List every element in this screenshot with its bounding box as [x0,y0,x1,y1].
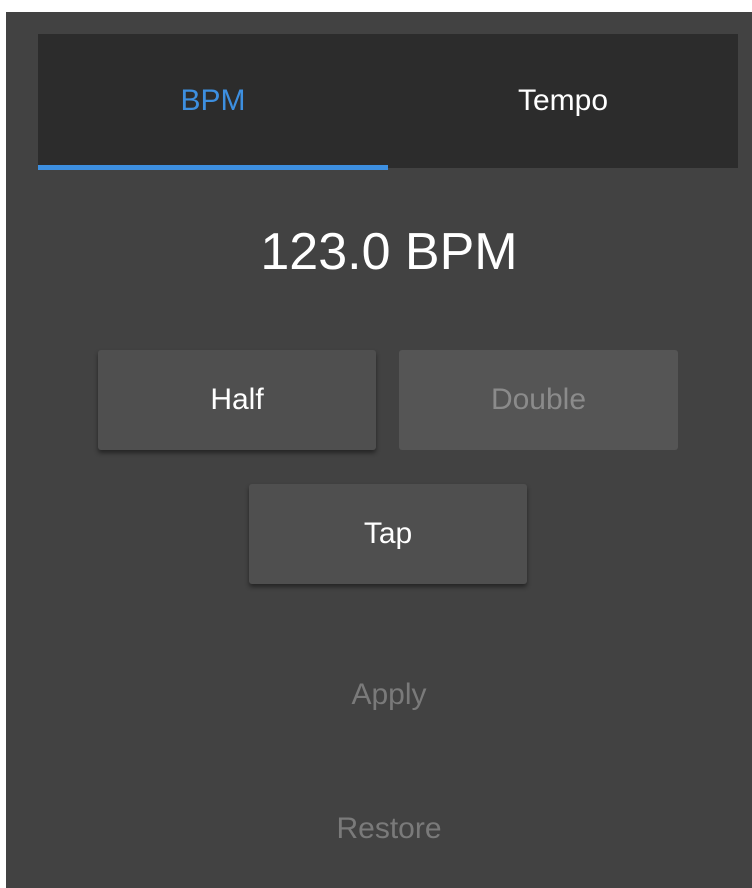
half-button[interactable]: Half [98,350,376,450]
apply-button[interactable]: Apply [6,678,752,712]
bpm-dialog: BPM Tempo 123.0 BPM Half Double Tap Appl… [6,12,752,888]
half-button-label: Half [210,383,264,416]
tab-bar: BPM Tempo [38,34,738,170]
double-button-label: Double [490,383,587,416]
bpm-value-display: 123.0 BPM [260,223,518,281]
tab-bpm-label: BPM [180,84,246,117]
tab-tempo[interactable]: Tempo [388,34,738,168]
tap-button[interactable]: Tap [249,484,527,584]
tap-button-label: Tap [363,517,413,550]
tab-bpm[interactable]: BPM [38,34,388,170]
active-tab-indicator [38,165,388,170]
restore-button[interactable]: Restore [6,812,752,846]
double-button[interactable]: Double [399,350,678,450]
tab-tempo-label: Tempo [517,84,609,117]
